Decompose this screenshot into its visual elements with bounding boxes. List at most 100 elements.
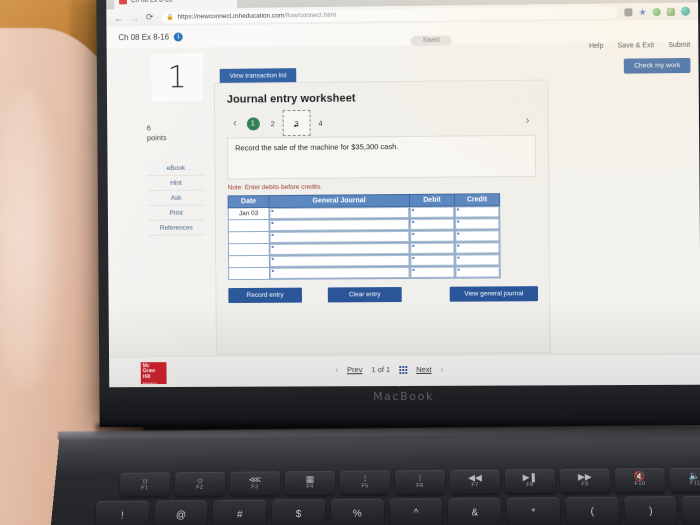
credit-input[interactable]: [455, 206, 500, 218]
fkey-f4[interactable]: ▦ F4: [284, 470, 336, 496]
extension-icon[interactable]: [652, 7, 661, 16]
fkey-f5[interactable]: ⁝ F5: [339, 470, 391, 495]
fkey-f8[interactable]: ▶❚ F8: [504, 469, 556, 494]
cell-credit[interactable]: [454, 217, 500, 231]
fkey-f7[interactable]: ◀◀ F7: [449, 469, 501, 494]
close-icon[interactable]: ×: [228, 0, 232, 3]
back-icon[interactable]: ←: [114, 13, 123, 23]
cell-credit[interactable]: [454, 205, 500, 219]
cell-debit[interactable]: [409, 242, 455, 255]
cell-date[interactable]: [228, 219, 270, 232]
extension-icon-2[interactable]: [666, 7, 675, 16]
info-icon[interactable]: i: [173, 31, 183, 42]
hint-button[interactable]: Hint: [147, 175, 205, 192]
step-tab-3[interactable]: 3 ☙: [282, 109, 311, 137]
forward-icon[interactable]: →: [130, 13, 139, 23]
check-my-work-button[interactable]: Check my work: [624, 57, 691, 74]
key-at[interactable]: @: [153, 500, 208, 525]
reload-icon[interactable]: ⟳: [146, 12, 154, 23]
fkey-f3[interactable]: ⋘ F3: [229, 471, 281, 496]
number-key-row[interactable]: ! @ # $ % ^ & * ( ) —: [94, 495, 700, 525]
credit-input[interactable]: [455, 230, 500, 242]
submit-link[interactable]: Submit: [668, 42, 690, 49]
ask-button[interactable]: Ask: [147, 190, 205, 207]
cell-credit[interactable]: [454, 229, 500, 243]
function-key-row[interactable]: ☼ F1 ☼ F2 ⋘ F3 ▦ F4 ⁝ F5 ⁝ F6 ◀◀ F7 ▶❚ F8 ▶▶ F9 🔇…: [119, 467, 700, 497]
debit-input[interactable]: [410, 230, 455, 242]
cell-debit[interactable]: [409, 206, 455, 219]
journal-input[interactable]: [269, 206, 410, 220]
step-tab-2[interactable]: 2: [263, 113, 283, 133]
credit-input[interactable]: [455, 266, 500, 278]
clear-entry-button[interactable]: Clear entry: [327, 287, 402, 303]
fkey-f9[interactable]: ▶▶ F9: [559, 468, 611, 493]
fkey-f11[interactable]: 🔈 F11: [669, 467, 700, 492]
cell-journal[interactable]: [269, 266, 411, 280]
prev-link[interactable]: Prev: [347, 365, 362, 374]
cell-credit[interactable]: [454, 241, 501, 255]
cell-credit[interactable]: [455, 265, 501, 279]
cell-debit[interactable]: [409, 254, 456, 267]
step-tab-1[interactable]: 1: [243, 113, 263, 133]
key-caret[interactable]: ^: [389, 498, 443, 525]
cell-date[interactable]: [228, 255, 270, 268]
cell-debit[interactable]: [409, 266, 456, 279]
view-general-journal-button[interactable]: View general journal: [449, 286, 539, 302]
debit-input[interactable]: [410, 266, 455, 278]
journal-input[interactable]: [269, 230, 410, 243]
next-link[interactable]: Next: [416, 365, 431, 374]
help-link[interactable]: Help: [589, 43, 604, 50]
cell-date[interactable]: [228, 231, 270, 244]
record-entry-button[interactable]: Record entry: [228, 287, 302, 304]
cell-journal[interactable]: [269, 242, 410, 256]
key-hash[interactable]: #: [212, 499, 267, 525]
print-button[interactable]: Print: [147, 205, 205, 222]
bookmark-star-icon[interactable]: ★: [638, 7, 646, 17]
fkey-f1[interactable]: ☼ F1: [119, 472, 171, 497]
fkey-f2[interactable]: ☼ F2: [174, 471, 226, 496]
step-tab-4[interactable]: 4: [310, 113, 330, 133]
credit-input[interactable]: [455, 254, 500, 266]
cell-date[interactable]: [228, 267, 270, 280]
chevron-right-icon[interactable]: ›: [441, 365, 444, 374]
profile-avatar[interactable]: [680, 6, 691, 16]
key-ampersand[interactable]: &: [448, 497, 502, 525]
journal-input[interactable]: [269, 254, 410, 267]
grid-view-icon[interactable]: [399, 365, 408, 374]
cell-debit[interactable]: [409, 218, 455, 231]
key-dollar[interactable]: $: [271, 499, 326, 525]
cell-journal[interactable]: [269, 254, 410, 268]
debit-input[interactable]: [410, 218, 455, 230]
cell-date[interactable]: [228, 243, 270, 256]
debit-input[interactable]: [410, 254, 455, 266]
key-asterisk[interactable]: *: [506, 497, 561, 525]
fkey-f10[interactable]: 🔇 F10: [614, 468, 666, 493]
ebook-button[interactable]: eBook: [147, 160, 205, 177]
cell-date[interactable]: Jan 03: [228, 207, 270, 220]
journal-input[interactable]: [269, 218, 410, 231]
credit-input[interactable]: [455, 218, 500, 230]
chevron-left-icon[interactable]: ‹: [335, 365, 338, 374]
cell-debit[interactable]: [409, 230, 455, 243]
fkey-f6[interactable]: ⁝ F6: [394, 469, 446, 495]
key-paren-open[interactable]: (: [565, 496, 620, 525]
cell-journal[interactable]: [269, 230, 410, 244]
debit-input[interactable]: [410, 242, 455, 254]
key-percent[interactable]: %: [330, 498, 384, 525]
cell-journal[interactable]: [269, 218, 410, 232]
debit-input[interactable]: [410, 206, 455, 218]
cell-credit[interactable]: [454, 253, 501, 267]
references-button[interactable]: References: [147, 220, 206, 237]
credit-input[interactable]: [455, 242, 500, 254]
key-exclamation[interactable]: !: [94, 500, 150, 525]
chevron-right-icon[interactable]: ›: [520, 115, 536, 127]
key-paren-close[interactable]: ): [623, 496, 679, 525]
journal-input[interactable]: [269, 242, 410, 255]
journal-input[interactable]: [269, 266, 410, 279]
key-minus[interactable]: —: [682, 495, 700, 525]
new-tab-icon[interactable]: +: [245, 0, 251, 3]
chevron-left-icon[interactable]: ‹: [227, 118, 243, 130]
key-icon[interactable]: [624, 7, 633, 16]
save-and-exit-link[interactable]: Save & Exit: [618, 42, 655, 49]
cell-journal[interactable]: [268, 206, 410, 220]
